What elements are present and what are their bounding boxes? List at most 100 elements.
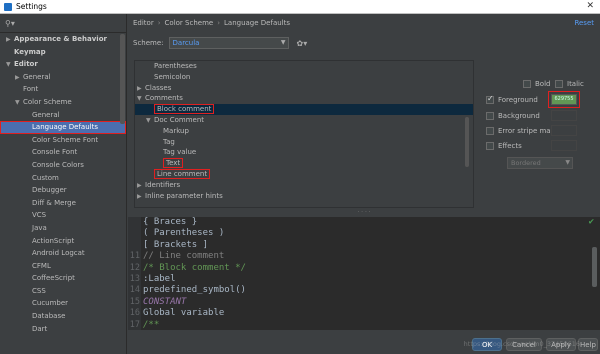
attribute-item-label: Tag value	[163, 148, 197, 157]
bold-option[interactable]: Bold	[523, 80, 550, 88]
sidebar-item[interactable]: ▼ Color Scheme	[0, 96, 126, 109]
sidebar-item-label: ActionScript	[32, 236, 75, 245]
code-line: ( Parentheses )	[128, 228, 600, 239]
sidebar-item[interactable]: ActionScript	[0, 235, 126, 248]
sidebar-item[interactable]: Database	[0, 310, 126, 323]
attribute-item[interactable]: ▼ Doc Comment	[135, 115, 473, 126]
background-checkbox[interactable]	[486, 112, 494, 120]
sidebar-item-label: Dart	[32, 324, 48, 333]
sidebar-item[interactable]: Debugger	[0, 184, 126, 197]
background-label: Background	[498, 112, 540, 120]
attributes-list: Parentheses Semicolon ▶ Classes ▼ Comments Blo…	[135, 61, 473, 201]
line-number: 17	[129, 319, 140, 330]
attribute-item[interactable]: Semicolon	[135, 72, 473, 83]
italic-checkbox[interactable]	[555, 80, 563, 88]
sidebar-item[interactable]: General	[0, 109, 126, 122]
check-icon: ✔	[588, 217, 594, 227]
attribute-item[interactable]: Block comment	[135, 104, 473, 115]
attribute-item[interactable]: ▶ Inline parameter hints	[135, 191, 473, 202]
sidebar-item-label: Appearance & Behavior	[14, 35, 107, 43]
settings-search-input[interactable]: ⚲▾	[0, 14, 126, 33]
background-color-swatch[interactable]	[551, 110, 577, 121]
attribute-item[interactable]: ▶ Classes	[135, 83, 473, 94]
foreground-color-swatch[interactable]: 629755	[548, 91, 580, 108]
background-option[interactable]: Background	[486, 112, 540, 120]
error-stripe-option[interactable]: Error stripe mark	[486, 127, 558, 135]
attribute-item[interactable]: Text	[135, 158, 473, 169]
code-line: 12/* Block comment */	[128, 263, 600, 274]
code-text: [ Brackets ]	[143, 239, 209, 250]
attribute-item-label: Doc Comment	[154, 115, 205, 124]
sidebar-item[interactable]: Console Font	[0, 146, 126, 159]
sidebar-item[interactable]: Dart	[0, 323, 126, 336]
sidebar-scrollbar[interactable]	[120, 34, 125, 124]
scheme-dropdown[interactable]: Darcula ▼	[168, 37, 289, 49]
sidebar-item[interactable]: Keymap	[0, 46, 126, 59]
sidebar-item[interactable]: Font	[0, 83, 126, 96]
help-button[interactable]: Help	[578, 338, 598, 351]
close-icon[interactable]: ✕	[586, 1, 594, 11]
code-text: predefined_symbol()	[143, 285, 246, 296]
sidebar-item-label: Console Font	[32, 148, 78, 157]
code-text: /**	[143, 319, 160, 330]
attribute-item[interactable]: Tag	[135, 137, 473, 148]
line-number: 14	[129, 285, 140, 296]
sidebar-item[interactable]: Language Defaults	[0, 121, 126, 134]
attribute-item[interactable]: Parentheses	[135, 61, 473, 72]
code-line: { Braces }	[128, 217, 600, 228]
sidebar-item[interactable]: CoffeeScript	[0, 272, 126, 285]
breadcrumb-item: Language Defaults	[224, 19, 291, 27]
reset-link[interactable]: Reset	[574, 19, 594, 27]
attribute-item[interactable]: Tag value	[135, 147, 473, 158]
error-stripe-color-swatch[interactable]	[551, 125, 577, 136]
code-line: 17/**	[128, 320, 600, 330]
sidebar-item[interactable]: CSS	[0, 285, 126, 298]
sidebar-item[interactable]: ▼ Editor	[0, 58, 126, 71]
chevron-right-icon[interactable]: ▶	[137, 192, 145, 203]
sidebar-item[interactable]: Color Scheme Font	[0, 134, 126, 147]
sidebar-item[interactable]: Diff & Merge	[0, 197, 126, 210]
effects-checkbox[interactable]	[486, 142, 494, 150]
effect-type-dropdown[interactable]: Bordered ▼	[507, 157, 573, 169]
attribute-item[interactable]: ▼ Comments	[135, 93, 473, 104]
gear-icon[interactable]: ✿▾	[297, 39, 308, 48]
error-stripe-checkbox[interactable]	[486, 127, 494, 135]
code-text: ( Parentheses )	[143, 228, 225, 239]
attribute-item[interactable]: Line comment	[135, 168, 473, 180]
sidebar-item[interactable]: ▶ Appearance & Behavior	[0, 33, 126, 46]
breadcrumb-separator: ›	[217, 19, 221, 27]
code-line: [ Brackets ]	[128, 240, 600, 251]
sidebar-item-label: CSS	[32, 286, 46, 295]
sidebar-item[interactable]: ▶ General	[0, 71, 126, 84]
attribute-item-label: Line comment	[154, 168, 211, 179]
scheme-value: Darcula	[172, 39, 200, 47]
sidebar-item[interactable]: Console Colors	[0, 159, 126, 172]
code-line: 13:Label	[128, 274, 600, 285]
attributes-scrollbar[interactable]	[465, 117, 469, 167]
watermark: https://blog.csdn.net/m0_37450616	[463, 340, 580, 348]
preview-splitter[interactable]: · · · ·	[128, 210, 600, 216]
foreground-checkbox[interactable]	[486, 94, 494, 104]
effects-color-swatch[interactable]	[551, 140, 577, 151]
bold-checkbox[interactable]	[523, 80, 531, 88]
sidebar-item[interactable]: VCS	[0, 209, 126, 222]
breadcrumb-item: Color Scheme	[164, 19, 214, 27]
attribute-item[interactable]: ▶ Identifiers	[135, 180, 473, 191]
sidebar-item-label: Keymap	[14, 47, 46, 56]
editor-scrollbar[interactable]	[592, 247, 597, 287]
attribute-item[interactable]: Markup	[135, 126, 473, 137]
settings-tree: ▶ Appearance & Behavior Keymap ▼ Editor ▶ Gene…	[0, 33, 126, 335]
sidebar-item[interactable]: Custom	[0, 172, 126, 185]
sidebar-item[interactable]: Java	[0, 222, 126, 235]
preview-code: { Braces }( Parentheses )[ Brackets ] 11/…	[128, 217, 600, 330]
sidebar-item[interactable]: Android Logcat	[0, 247, 126, 260]
breadcrumb-separator: ›	[157, 19, 161, 27]
settings-sidebar: ⚲▾ ▶ Appearance & Behavior Keymap ▼ Editor ▶ G…	[0, 14, 127, 354]
sidebar-item[interactable]: Cucumber	[0, 297, 126, 310]
sidebar-item-label: Diff & Merge	[32, 198, 76, 207]
italic-option[interactable]: Italic	[555, 80, 584, 88]
foreground-option[interactable]: Foreground	[486, 94, 538, 104]
foreground-label: Foreground	[498, 96, 538, 104]
effects-option[interactable]: Effects	[486, 142, 522, 150]
sidebar-item[interactable]: CFML	[0, 260, 126, 273]
